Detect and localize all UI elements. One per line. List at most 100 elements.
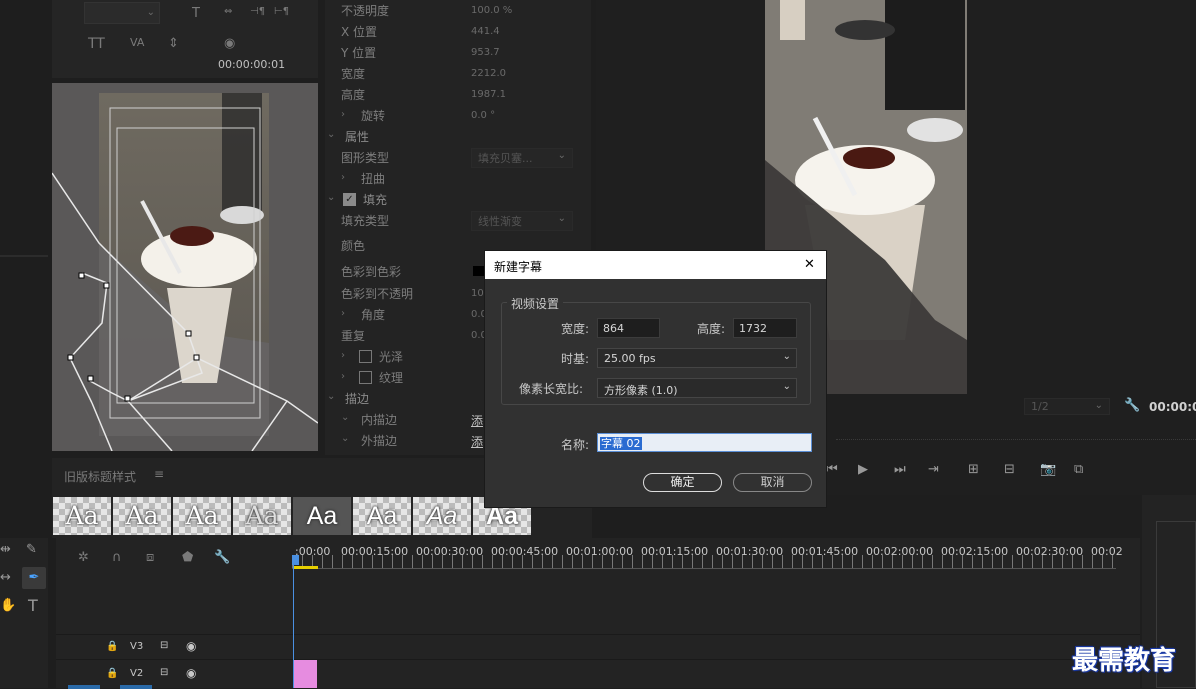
text-type-icon[interactable]: T [192,6,200,21]
lift-icon[interactable]: ⊞ [968,462,979,477]
prop-color-to-opacity-label: 色彩到不透明 [341,287,414,301]
compare-icon[interactable]: ⧉ [1074,462,1083,477]
chevron-right-icon[interactable]: › [341,371,345,382]
outer-stroke-add-link[interactable]: 添 [471,433,483,450]
ruler-label: 00:00:15:00 [341,545,409,558]
chevron-down-icon[interactable]: ⌄ [327,391,335,402]
track-target[interactable] [68,685,100,689]
width-field[interactable]: 864 [597,318,660,338]
ok-button[interactable]: 确定 [643,473,722,492]
step-forward-icon[interactable]: ⏭ [894,462,906,477]
step-back-icon[interactable]: ⏮ [826,462,838,477]
chevron-down-icon[interactable]: ⌄ [327,129,335,140]
style-tile[interactable]: Aa [293,497,351,535]
cancel-button[interactable]: 取消 [733,473,812,492]
kerning-va-icon[interactable]: VA [130,36,144,49]
panel-menu-icon[interactable]: ≡ [154,467,164,481]
go-to-out-icon[interactable]: ⇥ [928,462,939,477]
chevron-right-icon[interactable]: › [341,350,345,361]
prop-angle-label: 角度 [361,308,386,322]
chevron-down-icon[interactable]: ⌄ [341,433,349,444]
eye-icon[interactable]: ◉ [186,639,196,653]
align-right-icon[interactable]: ⊢¶ [274,6,289,17]
style-tile[interactable]: Aa [53,497,111,535]
lock-icon[interactable]: 🔒 [106,641,118,652]
chevron-right-icon[interactable]: › [341,308,345,319]
slip-icon[interactable]: ↔ [0,570,11,585]
type-tool-icon[interactable]: T [28,596,38,615]
work-area-bar[interactable] [294,566,318,569]
title-clip[interactable] [294,660,317,688]
pen-tool-button[interactable]: ✒ [22,567,46,589]
timebase-value: 25.00 fps [604,352,656,365]
play-icon[interactable]: ▶ [858,462,868,477]
name-field[interactable]: 字幕 02 [597,433,812,452]
style-tile[interactable]: Aa [413,497,471,535]
camera-icon[interactable]: 📷 [1040,462,1056,477]
style-tile[interactable]: Aa [233,497,291,535]
aspect-select[interactable]: 方形像素 (1.0) ⌄ [597,378,797,398]
width-label: 宽度: [561,322,590,336]
close-icon[interactable]: ✕ [804,257,815,272]
style-tile[interactable]: Aa [113,497,171,535]
snap-icon[interactable]: ✲ [78,550,89,565]
playhead-handle[interactable] [292,555,299,565]
marker-icon[interactable]: ⬟ [182,550,193,565]
chevron-down-icon[interactable]: ⌄ [327,192,335,203]
prop-color-to-opacity-value[interactable]: 10 [471,288,484,299]
ripple-edit-icon[interactable]: ⇹ [0,542,11,557]
zoom-select[interactable]: 1/2 ⌄ [1024,398,1110,415]
new-title-dialog: 新建字幕 ✕ 视频设置 宽度: 864 高度: 1732 时基: 25.00 f… [484,250,827,508]
prop-height-value[interactable]: 1987.1 [471,89,506,100]
timeline-wrench-icon[interactable]: 🔧 [214,550,230,565]
track-target[interactable] [120,685,152,689]
razor-icon[interactable]: ✎ [26,542,37,557]
linked-selection-icon[interactable]: ⧈ [146,550,154,565]
prop-repeat-label: 重复 [341,329,366,343]
sheen-checkbox[interactable] [359,350,372,363]
prop-y-value[interactable]: 953.7 [471,47,500,58]
chevron-right-icon[interactable]: › [341,172,345,183]
fill-checkbox[interactable]: ✓ [343,193,356,206]
magnet-icon[interactable]: ∩ [112,550,122,565]
ruler-label: 00:01:15:00 [641,545,709,558]
chevron-right-icon[interactable]: › [341,109,345,120]
ruler-label: 00:02 [1091,545,1123,558]
style-tile[interactable]: Aa [173,497,231,535]
prop-sheen-label: 光泽 [379,350,404,364]
texture-checkbox[interactable] [359,371,372,384]
dialog-titlebar: 新建字幕 ✕ [485,251,826,279]
eye-icon[interactable]: ◉ [186,666,196,680]
prop-width-label: 宽度 [341,67,366,81]
timebase-select[interactable]: 25.00 fps ⌄ [597,348,797,368]
zoom-value: 1/2 [1031,400,1049,413]
prop-rotation-value[interactable]: 0.0 ° [471,110,495,121]
eye-icon[interactable]: ◉ [224,36,235,51]
inner-stroke-add-link[interactable]: 添 [471,412,483,429]
filmstrip-icon[interactable]: ⊟ [160,640,168,651]
text-size-icon[interactable]: TT [88,36,105,52]
kerning-icon[interactable]: ⇔ [224,6,232,17]
lock-icon[interactable]: 🔒 [106,668,118,679]
font-select[interactable]: ⌄ [84,2,160,24]
prop-opacity-value[interactable]: 100.0 % [471,5,512,16]
wrench-icon[interactable]: 🔧 [1124,398,1140,413]
prop-x-value[interactable]: 441.4 [471,26,500,37]
graphic-type-select[interactable]: 填充贝塞... ⌄ [471,148,573,168]
leading-icon[interactable]: ⇕ [168,36,179,51]
filmstrip-icon[interactable]: ⊟ [160,667,168,678]
align-icon[interactable]: ⊣¶ [250,6,265,17]
left-timecode: 00:00:00:01 [218,58,286,71]
prop-color-label: 颜色 [341,239,366,253]
prop-width-value[interactable]: 2212.0 [471,68,506,79]
title-tools-panel: ⌄ T ⇔ ⊣¶ ⊢¶ TT VA ⇕ ◉ 00:00:00:01 [52,0,318,78]
height-field[interactable]: 1732 [733,318,797,338]
preview-graphic [52,93,318,451]
prop-graphic-type-label: 图形类型 [341,151,390,165]
graphic-type-value: 填充贝塞... [478,152,533,165]
fill-type-select[interactable]: 线性渐变 ⌄ [471,211,573,231]
chevron-down-icon[interactable]: ⌄ [341,412,349,423]
extract-icon[interactable]: ⊟ [1004,462,1015,477]
hand-icon[interactable]: ✋ [0,598,16,613]
style-tile[interactable]: Aa [353,497,411,535]
